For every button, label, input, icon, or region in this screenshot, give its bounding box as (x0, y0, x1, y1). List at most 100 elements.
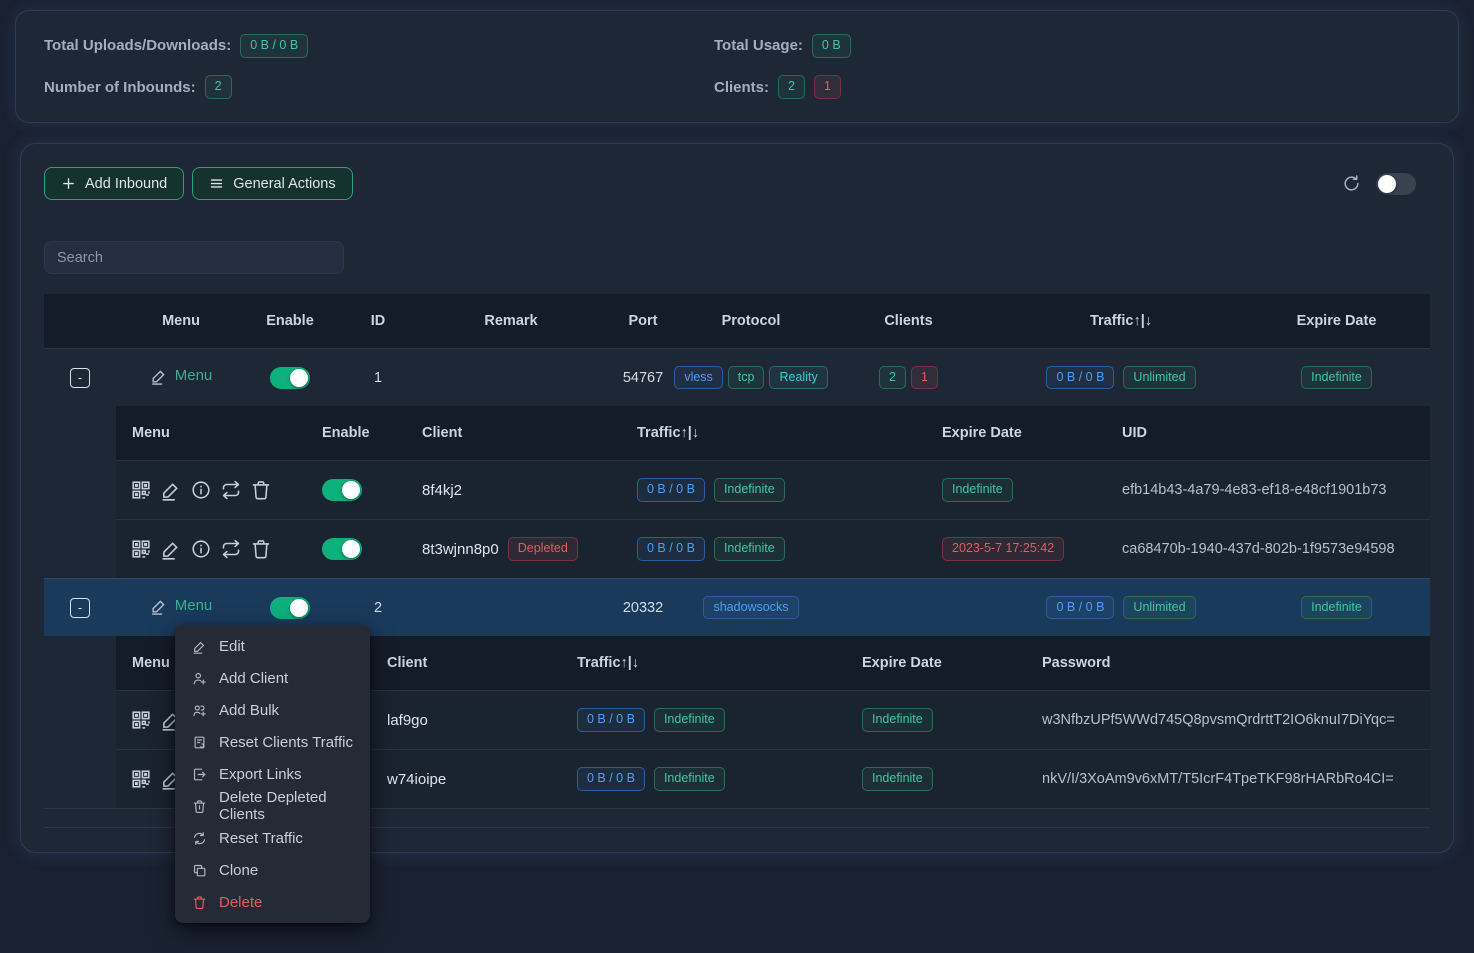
client-row: 8f4kj2 0 B / 0 B Indefinite Indefinite e… (116, 460, 1430, 519)
header-expire-date: Expire Date (926, 425, 1106, 441)
delete-depleted-clients-icon (192, 799, 207, 814)
qr-code-icon[interactable] (130, 709, 152, 731)
header-traffic-sort[interactable]: Traffic↑|↓ (1001, 313, 1241, 329)
reset-traffic-icon[interactable] (220, 479, 242, 501)
client-uid: efb14b43-4a79-4e83-ef18-e48cf1901b73 (1106, 482, 1430, 498)
clients-depleted-badge: 1 (911, 366, 938, 390)
stat-label: Total Uploads/Downloads: (44, 37, 231, 54)
header-menu: Menu (116, 313, 246, 329)
header-port: Port (600, 313, 686, 329)
add-inbound-button[interactable]: Add Inbound (44, 167, 184, 200)
row-menu-button[interactable]: Menu (150, 367, 213, 385)
expire-badge: Indefinite (1301, 366, 1372, 390)
qr-code-icon[interactable] (130, 538, 152, 560)
search-input[interactable] (44, 241, 344, 274)
inbound-context-menu: Edit Add Client Add Bulk Reset Clients T… (175, 625, 370, 923)
qr-code-icon[interactable] (130, 479, 152, 501)
client-actions (116, 538, 306, 560)
traffic-limit-badge: Unlimited (1123, 596, 1195, 620)
clients-table-header: Menu Enable Client Traffic↑|↓ Expire Dat… (116, 406, 1430, 460)
inbound-protocols: shadowsocks (686, 596, 816, 620)
general-actions-label: General Actions (233, 176, 335, 192)
edit-pencil-icon (150, 597, 168, 615)
toggle-knob (342, 540, 360, 558)
stat-number-of-inbounds: Number of Inbounds: 2 (44, 75, 714, 99)
info-icon[interactable] (190, 538, 212, 560)
toolbar: Add Inbound General Actions (44, 167, 1430, 200)
inbound-clients: 2 1 (816, 366, 1001, 390)
expire-badge: 2023-5-7 17:25:42 (942, 537, 1064, 561)
reset-traffic-icon (192, 831, 207, 846)
client-enable-toggle[interactable] (322, 479, 362, 501)
delete-client-icon[interactable] (250, 538, 272, 560)
menu-item-reset-traffic[interactable]: Reset Traffic (175, 822, 370, 854)
users-add-icon (192, 703, 207, 718)
row-menu-button[interactable]: Menu (150, 597, 213, 615)
inbound-traffic: 0 B / 0 B Unlimited (1001, 366, 1241, 390)
inbound-enable-toggle[interactable] (270, 597, 310, 619)
menu-item-delete-depleted-clients[interactable]: Delete Depleted Clients (175, 790, 370, 822)
client-name: w74ioipe (371, 771, 561, 788)
reset-traffic-icon[interactable] (220, 538, 242, 560)
menu-item-edit[interactable]: Edit (175, 630, 370, 662)
edit-client-icon[interactable] (160, 538, 182, 560)
menu-item-add-bulk[interactable]: Add Bulk (175, 694, 370, 726)
header-id: ID (334, 313, 422, 329)
general-actions-button[interactable]: General Actions (192, 167, 352, 200)
stat-total-usage: Total Usage: 0 B (714, 34, 1430, 58)
toggle-knob (1378, 175, 1396, 193)
client-traffic: 0 B / 0 B Indefinite (621, 537, 926, 561)
traffic-badge: 0 B / 0 B (577, 767, 645, 791)
inbound-port: 54767 (600, 370, 686, 386)
delete-client-icon[interactable] (250, 479, 272, 501)
menu-item-delete[interactable]: Delete (175, 886, 370, 918)
menu-item-reset-clients-traffic[interactable]: Reset Clients Traffic (175, 726, 370, 758)
total-usage-badge: 0 B (812, 34, 851, 58)
total-uploads-downloads-badge: 0 B / 0 B (240, 34, 308, 58)
header-expire-date: Expire Date (1241, 313, 1432, 329)
edit-pencil-icon (150, 367, 168, 385)
header-uid: UID (1106, 425, 1430, 441)
user-add-icon (192, 671, 207, 686)
client-uid: ca68470b-1940-437d-802b-1f9573e94598 (1106, 541, 1430, 557)
header-password: Password (1026, 655, 1430, 671)
toggle-knob (290, 599, 308, 617)
collapse-row-button[interactable]: - (70, 598, 90, 618)
stat-clients: Clients: 2 1 (714, 75, 1430, 99)
qr-code-icon[interactable] (130, 768, 152, 790)
clients-active-badge: 2 (879, 366, 906, 390)
collapse-row-button[interactable]: - (70, 368, 90, 388)
client-enable-toggle[interactable] (322, 538, 362, 560)
traffic-limit-badge: Indefinite (714, 537, 785, 561)
edit-client-icon[interactable] (160, 479, 182, 501)
header-client: Client (371, 655, 561, 671)
header-traffic-sort[interactable]: Traffic↑|↓ (561, 655, 846, 671)
toolbar-right (1342, 173, 1430, 195)
menu-item-clone[interactable]: Clone (175, 854, 370, 886)
menu-item-export-links[interactable]: Export Links (175, 758, 370, 790)
menu-item-add-client[interactable]: Add Client (175, 662, 370, 694)
header-traffic-sort[interactable]: Traffic↑|↓ (621, 425, 926, 441)
clients-active-badge: 2 (778, 75, 805, 99)
export-icon (192, 767, 207, 782)
info-icon[interactable] (190, 479, 212, 501)
header-enable: Enable (306, 425, 406, 441)
stat-total-uploads-downloads: Total Uploads/Downloads: 0 B / 0 B (44, 34, 714, 58)
hamburger-icon (209, 176, 224, 191)
traffic-badge: 0 B / 0 B (1046, 366, 1114, 390)
toggle-knob (342, 481, 360, 499)
client-traffic: 0 B / 0 B Indefinite (561, 767, 846, 791)
inbound-enable-toggle[interactable] (270, 367, 310, 389)
refresh-icon[interactable] (1342, 174, 1361, 193)
inbound-port: 20332 (600, 600, 686, 616)
traffic-badge: 0 B / 0 B (1046, 596, 1114, 620)
clients-table-inbound-1: Menu Enable Client Traffic↑|↓ Expire Dat… (116, 406, 1430, 578)
traffic-badge: 0 B / 0 B (577, 708, 645, 732)
header-menu: Menu (116, 425, 306, 441)
inbounds-count-badge: 2 (205, 75, 232, 99)
header-protocol: Protocol (686, 313, 816, 329)
expire-badge: Indefinite (942, 478, 1013, 502)
expire-badge: Indefinite (862, 708, 933, 732)
auto-refresh-toggle[interactable] (1376, 173, 1416, 195)
client-traffic: 0 B / 0 B Indefinite (561, 708, 846, 732)
